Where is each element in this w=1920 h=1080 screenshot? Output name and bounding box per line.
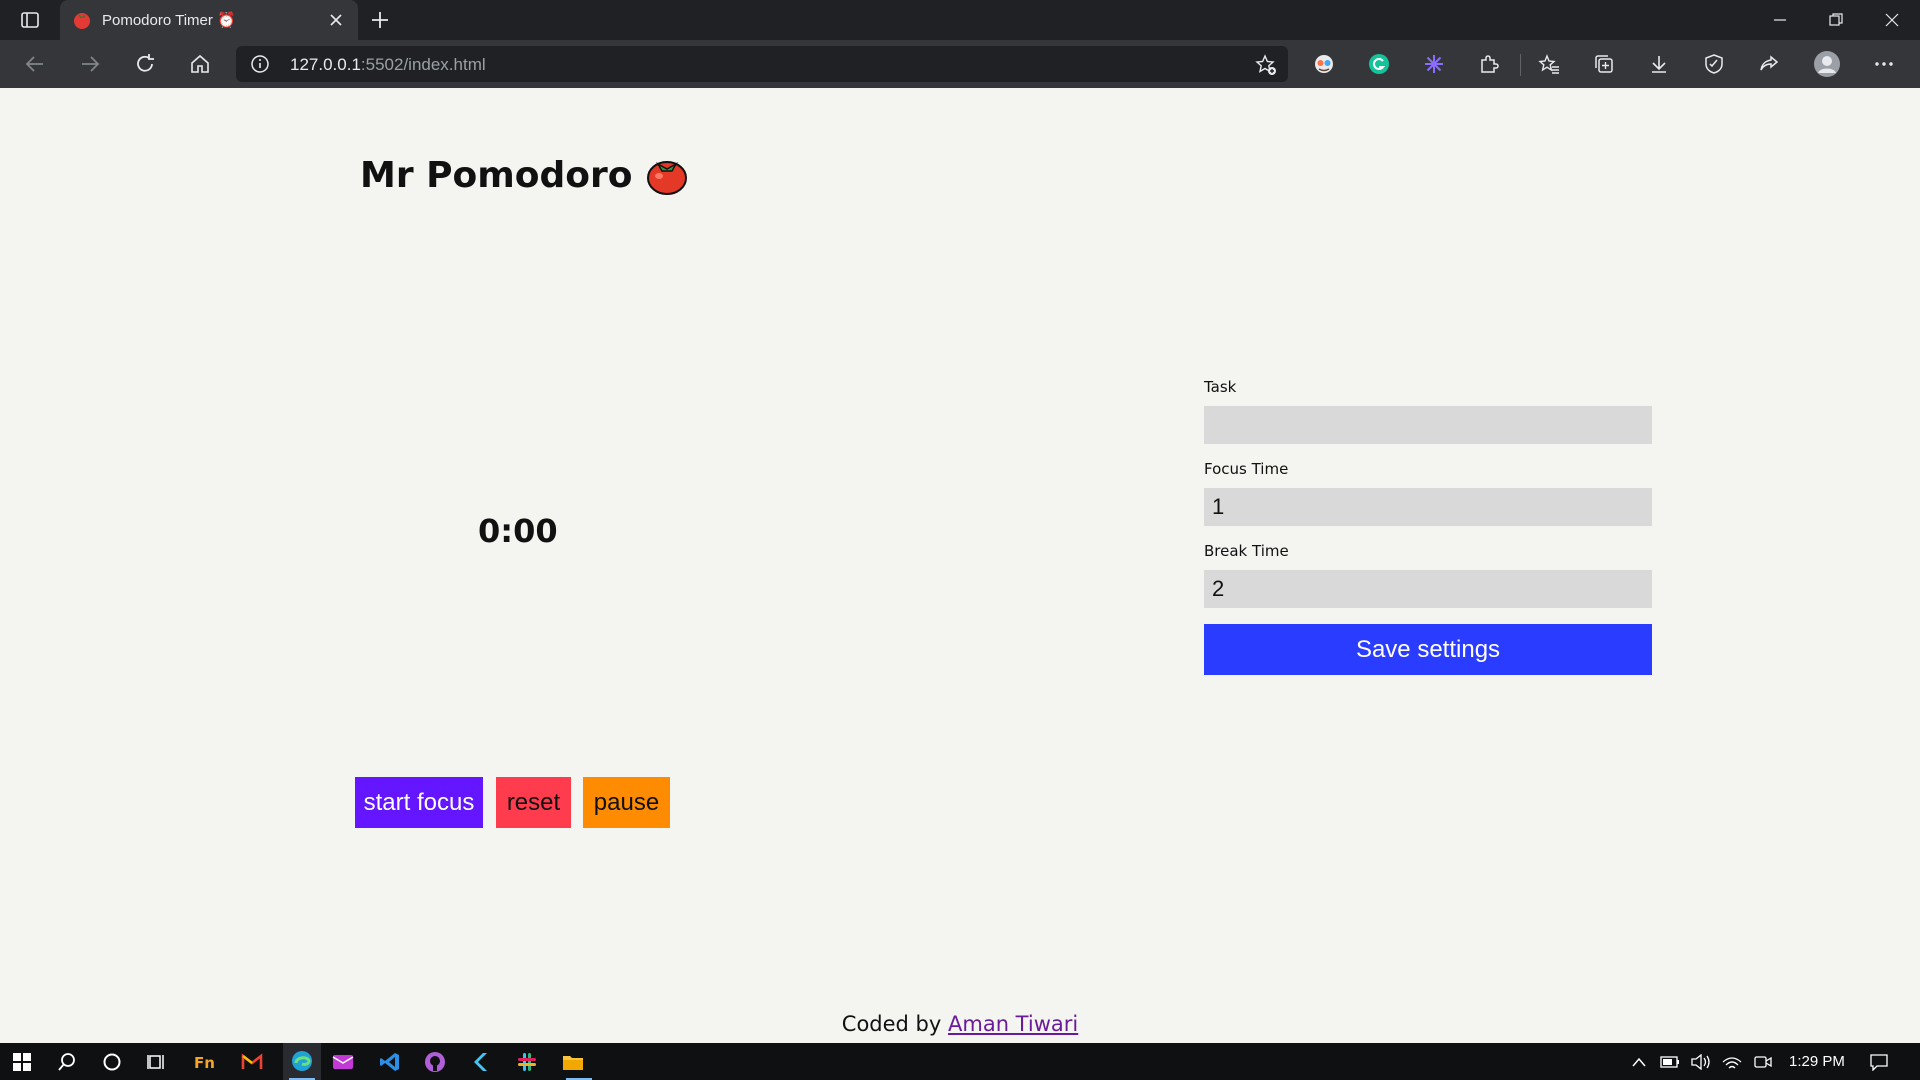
volume-icon[interactable] <box>1690 1052 1712 1072</box>
save-settings-button[interactable]: Save settings <box>1204 624 1652 675</box>
window-controls <box>1752 0 1920 40</box>
tab-actions-icon[interactable] <box>14 8 46 32</box>
tomato-icon <box>646 154 688 196</box>
break-time-label: Break Time <box>1204 542 1289 560</box>
slack-icon[interactable] <box>514 1049 540 1075</box>
focus-time-input[interactable]: 1 <box>1204 488 1652 526</box>
task-view-icon[interactable] <box>144 1049 170 1075</box>
focus-time-label: Focus Time <box>1204 460 1289 478</box>
browser-essentials-icon[interactable] <box>1700 50 1728 78</box>
info-icon[interactable] <box>250 54 270 74</box>
vscode-icon[interactable] <box>377 1049 403 1075</box>
app-title: Mr Pomodoro <box>360 154 688 196</box>
refresh-icon[interactable] <box>131 50 159 78</box>
extensions-icon[interactable] <box>1475 50 1503 78</box>
task-label: Task <box>1204 378 1237 396</box>
notifications-icon[interactable] <box>1868 1052 1890 1072</box>
restore-icon[interactable] <box>1808 0 1864 40</box>
cortana-icon[interactable] <box>99 1049 125 1075</box>
tab-title: Pomodoro Timer ⏰ <box>102 12 236 29</box>
timer-display: 0:00 <box>478 512 558 550</box>
browser-tab-bar: Pomodoro Timer ⏰ <box>0 0 1920 40</box>
extension-icon[interactable] <box>1310 50 1338 78</box>
svg-text:Fn: Fn <box>194 1054 215 1072</box>
flutter-icon[interactable] <box>467 1049 493 1075</box>
task-input[interactable] <box>1204 406 1652 444</box>
file-explorer-icon[interactable] <box>560 1049 586 1075</box>
home-icon[interactable] <box>186 50 214 78</box>
collections-icon[interactable] <box>1590 50 1618 78</box>
show-hidden-icons-icon[interactable] <box>1628 1052 1650 1072</box>
wifi-icon[interactable] <box>1721 1052 1743 1072</box>
github-icon[interactable] <box>422 1049 448 1075</box>
taskbar-clock[interactable]: 1:29 PM <box>1789 1053 1845 1070</box>
url-path: :5502/index.html <box>360 55 486 74</box>
settings-form: Task Focus Time 1 Break Time 2 Save sett… <box>1204 378 1652 675</box>
browser-tab[interactable]: Pomodoro Timer ⏰ <box>60 0 358 40</box>
toolbar-separator <box>1520 54 1521 76</box>
plus-icon[interactable] <box>368 8 392 32</box>
browser-toolbar: 127.0.0.1:5502/index.html <box>0 40 1920 88</box>
search-icon[interactable] <box>54 1049 80 1075</box>
footer: Coded by Aman Tiwari <box>0 1012 1920 1036</box>
close-icon[interactable] <box>326 10 346 30</box>
favorites-icon[interactable] <box>1535 50 1563 78</box>
minimize-icon[interactable] <box>1752 0 1808 40</box>
edge-icon <box>289 1048 315 1074</box>
url-text: 127.0.0.1:5502/index.html <box>290 55 486 75</box>
taskbar: Fn 1:29 PM <box>0 1043 1920 1080</box>
page-content: Mr Pomodoro 0:00 start focus reset pause… <box>0 88 1920 1043</box>
spark-extension-icon[interactable] <box>1420 50 1448 78</box>
tomato-icon <box>72 10 92 30</box>
edge-taskbar-active[interactable] <box>283 1043 321 1080</box>
break-time-input[interactable]: 2 <box>1204 570 1652 608</box>
windows-start-icon[interactable] <box>9 1049 35 1075</box>
grammarly-icon[interactable] <box>1365 50 1393 78</box>
reset-button[interactable]: reset <box>496 777 571 828</box>
url-host: 127.0.0.1 <box>290 55 361 74</box>
gmail-icon[interactable] <box>239 1049 265 1075</box>
more-icon[interactable] <box>1870 50 1898 78</box>
battery-icon[interactable] <box>1659 1052 1681 1072</box>
favorite-add-icon[interactable] <box>1254 53 1278 77</box>
forward-icon[interactable] <box>76 50 104 78</box>
share-icon[interactable] <box>1755 50 1783 78</box>
footer-prefix: Coded by <box>841 1012 942 1036</box>
meet-now-icon[interactable] <box>1752 1052 1774 1072</box>
app-title-text: Mr Pomodoro <box>360 154 633 196</box>
fn-app-icon[interactable]: Fn <box>192 1049 218 1075</box>
pause-button[interactable]: pause <box>583 777 670 828</box>
back-icon[interactable] <box>21 50 49 78</box>
close-window-icon[interactable] <box>1864 0 1920 40</box>
mail-icon[interactable] <box>330 1049 356 1075</box>
address-bar[interactable]: 127.0.0.1:5502/index.html <box>236 46 1288 82</box>
profile-icon[interactable] <box>1813 50 1841 78</box>
author-link[interactable]: Aman Tiwari <box>948 1012 1078 1036</box>
download-icon[interactable] <box>1645 50 1673 78</box>
start-focus-button[interactable]: start focus <box>355 777 483 828</box>
